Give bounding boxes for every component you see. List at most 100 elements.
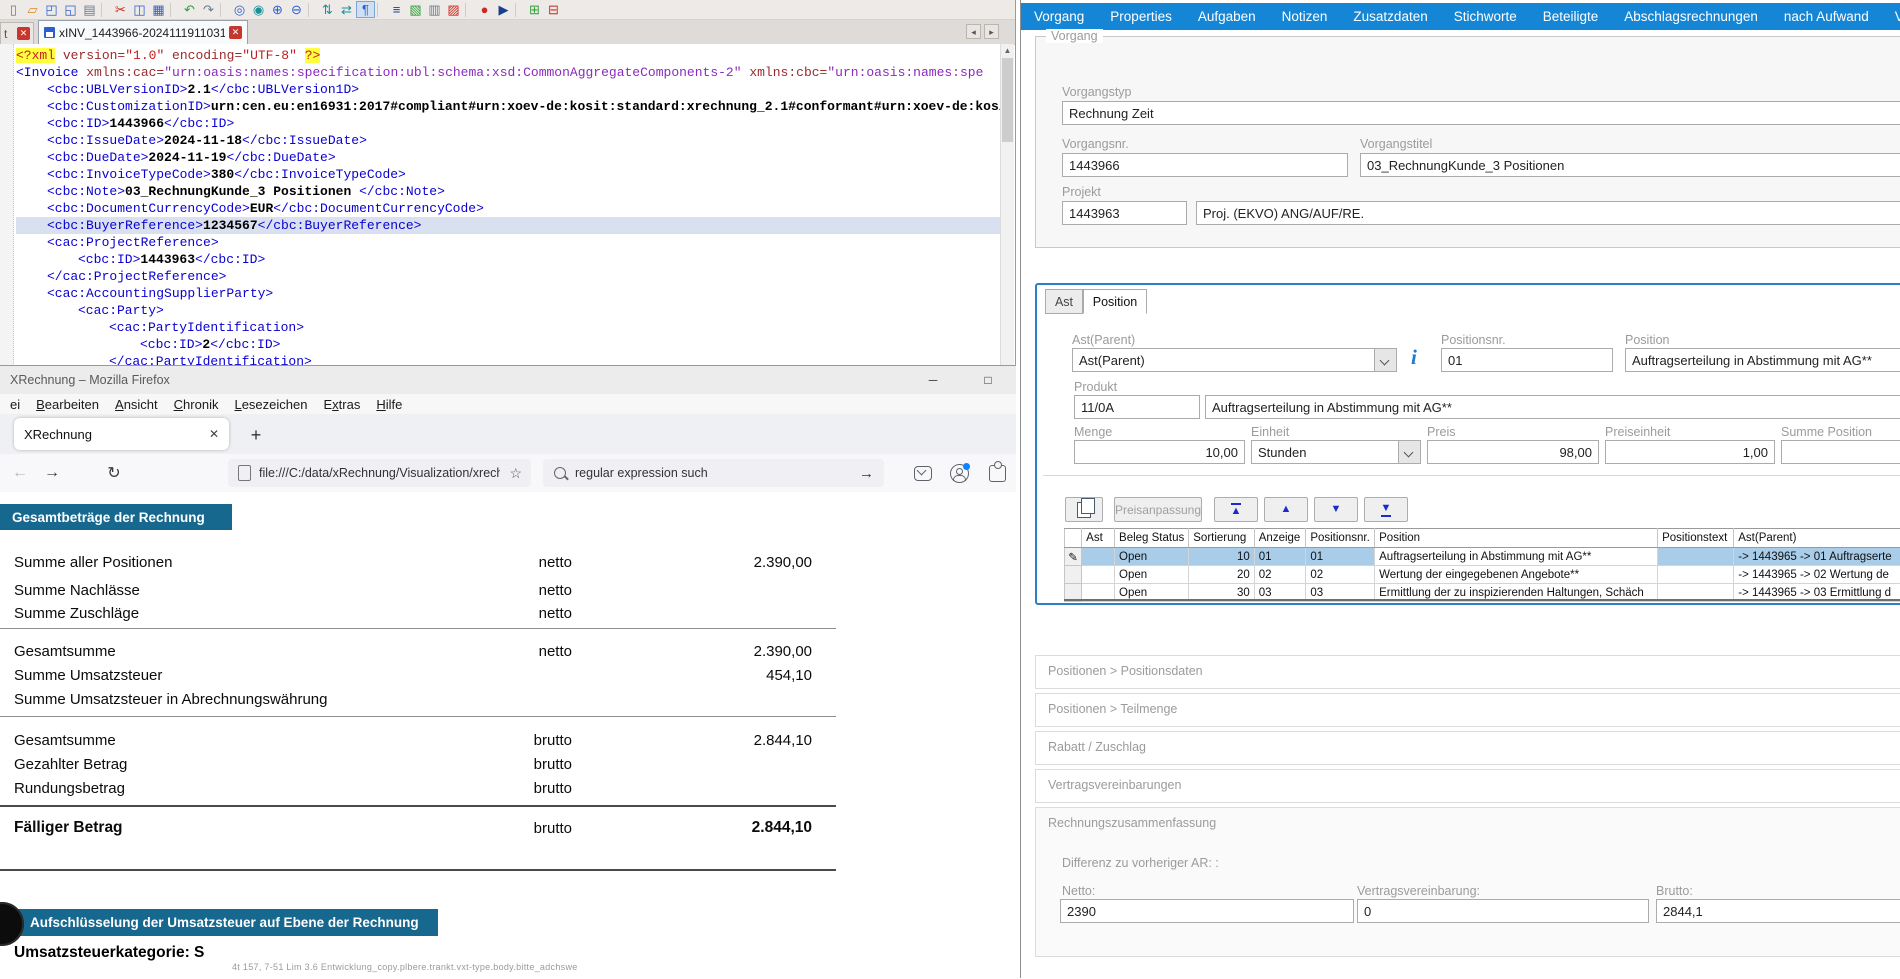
tab-position[interactable]: Position — [1083, 289, 1147, 314]
find-icon[interactable]: ◎ — [230, 1, 249, 18]
folder-as-workspace-icon[interactable]: ▨ — [444, 1, 463, 18]
document-tab-active[interactable]: xINV_1443966-20241119110318.xml ✕ — [38, 20, 248, 44]
word-wrap-icon[interactable]: ¶ — [356, 1, 375, 18]
menu-item[interactable]: Bearbeiten — [28, 397, 107, 412]
zoom-in-icon[interactable]: ⊕ — [268, 1, 287, 18]
reload-icon[interactable]: ↻ — [100, 454, 128, 492]
back-icon[interactable]: ← — [6, 454, 34, 492]
table-column-header[interactable]: Position — [1375, 529, 1658, 548]
save-icon[interactable]: ◰ — [42, 1, 61, 18]
table-column-header[interactable]: Beleg Status — [1115, 529, 1189, 548]
menu-item[interactable]: Extras — [315, 397, 368, 412]
vorgangsnr-input[interactable] — [1062, 153, 1348, 177]
tab-scroll-left-icon[interactable]: ◂ — [966, 24, 981, 39]
erp-tab[interactable]: Properties — [1097, 3, 1185, 30]
menu-item[interactable]: Chronik — [166, 397, 227, 412]
save-all-icon[interactable]: ◱ — [61, 1, 80, 18]
tab-close-icon[interactable]: ✕ — [209, 427, 219, 441]
document-map-icon[interactable]: ▥ — [425, 1, 444, 18]
firefox-titlebar[interactable]: XRechnung – Mozilla Firefox — [0, 366, 1016, 394]
vorgangstitel-input[interactable] — [1360, 153, 1900, 177]
bookmark-star-icon[interactable]: ☆ — [500, 465, 531, 482]
erp-tab[interactable]: Beteiligte — [1530, 3, 1612, 30]
scroll-up-icon[interactable]: ▲ — [1001, 44, 1014, 57]
toolbar-separator[interactable] — [308, 3, 316, 17]
record-macro-icon[interactable]: ● — [475, 1, 494, 18]
account-icon[interactable] — [944, 454, 974, 492]
table-column-header[interactable]: Sortierung — [1189, 529, 1255, 548]
search-bar[interactable]: regular expression such → — [543, 459, 884, 487]
url-bar[interactable]: file:///C:/data/xRechnung/Visualization/… — [228, 459, 531, 487]
produkt-name-input[interactable] — [1205, 395, 1900, 419]
preis-input[interactable] — [1427, 440, 1599, 464]
print-icon[interactable]: ▤ — [80, 1, 99, 18]
astparent-combo[interactable]: Ast(Parent) — [1072, 348, 1397, 372]
new-tab-button[interactable]: + — [243, 422, 269, 448]
minimize-button[interactable]: ─ — [911, 366, 955, 394]
preiseinheit-input[interactable] — [1605, 440, 1775, 464]
vorgangstyp-input[interactable] — [1062, 101, 1900, 125]
open-folder-icon[interactable]: ▱ — [23, 1, 42, 18]
collapsed-section[interactable]: Positionen > Positionsdaten — [1035, 655, 1900, 689]
row-selector-cell[interactable]: ✎ — [1065, 548, 1082, 566]
pocket-icon[interactable] — [908, 454, 938, 492]
menge-input[interactable] — [1074, 440, 1245, 464]
erp-tab[interactable]: Aufgaben — [1185, 3, 1269, 30]
toolbar-separator[interactable] — [220, 3, 228, 17]
toolbar-separator[interactable] — [170, 3, 178, 17]
collapsed-section[interactable]: Positionen > Teilmenge — [1035, 693, 1900, 727]
chevron-down-icon[interactable] — [1398, 441, 1420, 463]
extensions-puzzle-icon[interactable] — [982, 454, 1012, 492]
copy-icon[interactable]: ◫ — [130, 1, 149, 18]
scrollbar-thumb[interactable] — [1002, 58, 1013, 142]
erp-tab[interactable]: Notizen — [1269, 3, 1341, 30]
sync-horizontal-icon[interactable]: ⇄ — [337, 1, 356, 18]
move-top-button[interactable]: ▲ — [1214, 497, 1258, 522]
table-column-header[interactable]: Positionsnr. — [1306, 529, 1375, 548]
redo-icon[interactable]: ↷ — [199, 1, 218, 18]
info-icon[interactable]: i — [1411, 345, 1417, 370]
sync-vertical-icon[interactable]: ⇅ — [318, 1, 337, 18]
menu-item[interactable]: ei — [2, 397, 28, 412]
preisanpassung-button[interactable]: Preisanpassung — [1114, 497, 1202, 522]
table-column-header[interactable]: Positionstext — [1658, 529, 1734, 548]
erp-tab[interactable]: Vorgang — [1021, 3, 1097, 30]
brutto-input[interactable] — [1656, 899, 1900, 923]
tab-close-icon[interactable]: ✕ — [17, 27, 30, 40]
projekt-name-input[interactable] — [1196, 201, 1900, 225]
positionsnr-input[interactable] — [1441, 348, 1613, 372]
move-up-button[interactable]: ▲ — [1264, 497, 1308, 522]
erp-tab[interactable]: nach Aufwand — [1771, 3, 1882, 30]
erp-tab[interactable]: Zusatzdaten — [1340, 3, 1440, 30]
close-doc-icon[interactable]: ⊟ — [544, 1, 563, 18]
open-new-icon[interactable]: ⊞ — [525, 1, 544, 18]
erp-tab[interactable]: Verkaufsbeleg — [1882, 3, 1900, 30]
move-bottom-button[interactable]: ▼ — [1364, 497, 1408, 522]
editor-vertical-scrollbar[interactable]: ▲ — [1000, 44, 1014, 366]
table-column-header[interactable] — [1065, 529, 1082, 548]
show-symbols-icon[interactable]: ≡ — [387, 1, 406, 18]
toolbar-separator[interactable] — [377, 3, 385, 17]
move-down-button[interactable]: ▼ — [1314, 497, 1358, 522]
copy-row-button[interactable] — [1065, 497, 1103, 522]
toolbar-separator[interactable] — [465, 3, 473, 17]
document-tab-partial[interactable]: t ✕ — [0, 22, 34, 44]
zoom-out-icon[interactable]: ⊖ — [287, 1, 306, 18]
tab-ast[interactable]: Ast — [1045, 289, 1083, 314]
vertragsvereinbarung-input[interactable] — [1357, 899, 1649, 923]
summe-position-input[interactable] — [1781, 440, 1900, 464]
chevron-down-icon[interactable] — [1374, 349, 1396, 371]
maximize-button[interactable]: □ — [966, 366, 1010, 394]
undo-icon[interactable]: ↶ — [180, 1, 199, 18]
row-selector-cell[interactable] — [1065, 566, 1082, 584]
search-go-icon[interactable]: → — [849, 465, 884, 482]
netto-input[interactable] — [1060, 899, 1354, 923]
table-row[interactable]: ✎ Open 10 01 01 Auftragserteilung in Abs… — [1065, 548, 1900, 566]
browser-tab[interactable]: XRechnung ✕ — [14, 418, 229, 450]
collapsed-section[interactable]: Vertragsvereinbarungen — [1035, 769, 1900, 803]
table-column-header[interactable]: Ast — [1082, 529, 1115, 548]
menu-item[interactable]: Ansicht — [107, 397, 166, 412]
position-input[interactable] — [1625, 348, 1900, 372]
toolbar-separator[interactable] — [101, 3, 109, 17]
table-column-header[interactable]: Ast(Parent) — [1734, 529, 1900, 548]
